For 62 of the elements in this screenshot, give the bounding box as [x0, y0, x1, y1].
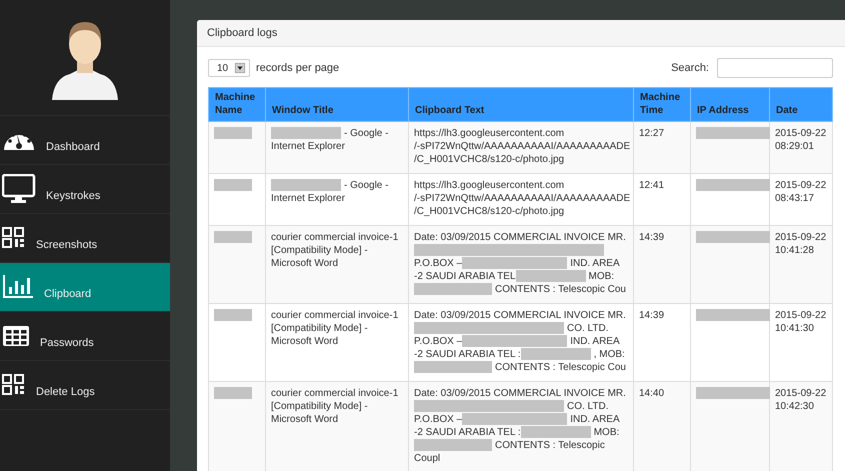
sidebar-item[interactable]: Delete Logs [0, 361, 170, 410]
clipboard-text: CO. LTD. [567, 323, 608, 334]
clipboard-text: Coupl [414, 453, 440, 464]
clipboard-text: Date: 03/09/2015 COMMERCIAL INVOICE MR. [414, 310, 626, 321]
column-header[interactable]: Clipboard Text [408, 88, 634, 122]
column-header[interactable]: Machine Name [208, 88, 266, 122]
clipboard-text: P.O.BOX – [414, 258, 462, 269]
redaction-bar [214, 387, 252, 400]
redaction-bar [271, 127, 341, 140]
bar-chart-icon [2, 275, 34, 299]
clipboard-text: CONTENTS : Telescopic Cou [495, 362, 626, 373]
clipboard-text: https://lh3.googleusercontent.com [414, 128, 564, 139]
redaction-bar [214, 231, 252, 244]
search-label: Search: [671, 62, 709, 74]
clipboard-text: https://lh3.googleusercontent.com [414, 180, 564, 191]
clipboard-text: /C_H001VCHC8/s120-c/photo.jpg [414, 206, 564, 217]
clipboard-text: Date: 03/09/2015 COMMERCIAL INVOICE MR. [414, 388, 626, 399]
window-title: Internet Explorer [271, 141, 345, 152]
column-header[interactable]: Window Title [266, 88, 408, 122]
clipboard-text: MOB: [594, 427, 620, 438]
clipboard-text: P.O.BOX – [414, 414, 462, 425]
redaction-bar [271, 179, 341, 192]
clipboard-text: , MOB: [594, 349, 625, 360]
search-field[interactable] [717, 58, 833, 78]
redaction-bar [214, 127, 252, 140]
qr-code-icon [2, 227, 26, 249]
window-title: - Google - [344, 128, 388, 139]
clipboard-text: MOB: [588, 271, 614, 282]
panel-title: Clipboard logs [197, 20, 845, 47]
window-title: - Google - [344, 180, 388, 191]
sidebar-item[interactable]: Clipboard [0, 263, 170, 312]
clipboard-text: IND. AREA [570, 336, 620, 347]
sidebar-item[interactable]: Keystrokes [0, 165, 170, 214]
clipboard-text: IND. AREA [570, 414, 620, 425]
window-title: Internet Explorer [271, 193, 345, 204]
clipboard-text: IND. AREA [570, 258, 620, 269]
clipboard-text: -2 SAUDI ARABIA TEL : [414, 349, 521, 360]
clipboard-text: CONTENTS : Telescopic Cou [495, 284, 626, 295]
clipboard-text: /-sPI72WnQttw/AAAAAAAAAAI/AAAAAAAAADE [414, 141, 630, 152]
redaction-bar [214, 309, 252, 322]
clipboard-text: P.O.BOX – [414, 336, 462, 347]
column-header[interactable]: Date [770, 88, 832, 122]
caret-icon [235, 63, 245, 73]
clipboard-text: CO. LTD. [567, 401, 608, 412]
window-title: courier commercial invoice-1 [Compatibility Mode] - Microsoft Word [271, 388, 398, 425]
clipboard-text: CONTENTS : Telescopic [495, 440, 605, 451]
clipboard-text: /C_H001VCHC8/s120-c/photo.jpg [414, 154, 564, 165]
redaction-bar [214, 179, 252, 192]
column-header[interactable]: Machine Time [634, 88, 690, 122]
monitor-icon [2, 174, 36, 204]
page-size-select[interactable]: 10 [208, 59, 250, 77]
window-title: courier commercial invoice-1 [Compatibility Mode] - Microsoft Word [271, 310, 398, 347]
sidebar-item[interactable]: Passwords [0, 312, 170, 361]
qr-code-icon [2, 374, 26, 396]
clipboard-text: -2 SAUDI ARABIA TEL : [414, 427, 521, 438]
clipboard-text: -2 SAUDI ARABIA TEL [414, 271, 516, 282]
clipboard-text: Date: 03/09/2015 COMMERCIAL INVOICE MR. [414, 232, 626, 243]
column-header[interactable]: IP Address [690, 88, 770, 122]
window-title: courier commercial invoice-1 [Compatibility Mode] - Microsoft Word [271, 232, 398, 269]
sidebar-item[interactable]: Dashboard [0, 116, 170, 165]
page-size-label: records per page [256, 62, 340, 74]
clipboard-text: /-sPI72WnQttw/AAAAAAAAAAI/AAAAAAAAADE [414, 193, 630, 204]
